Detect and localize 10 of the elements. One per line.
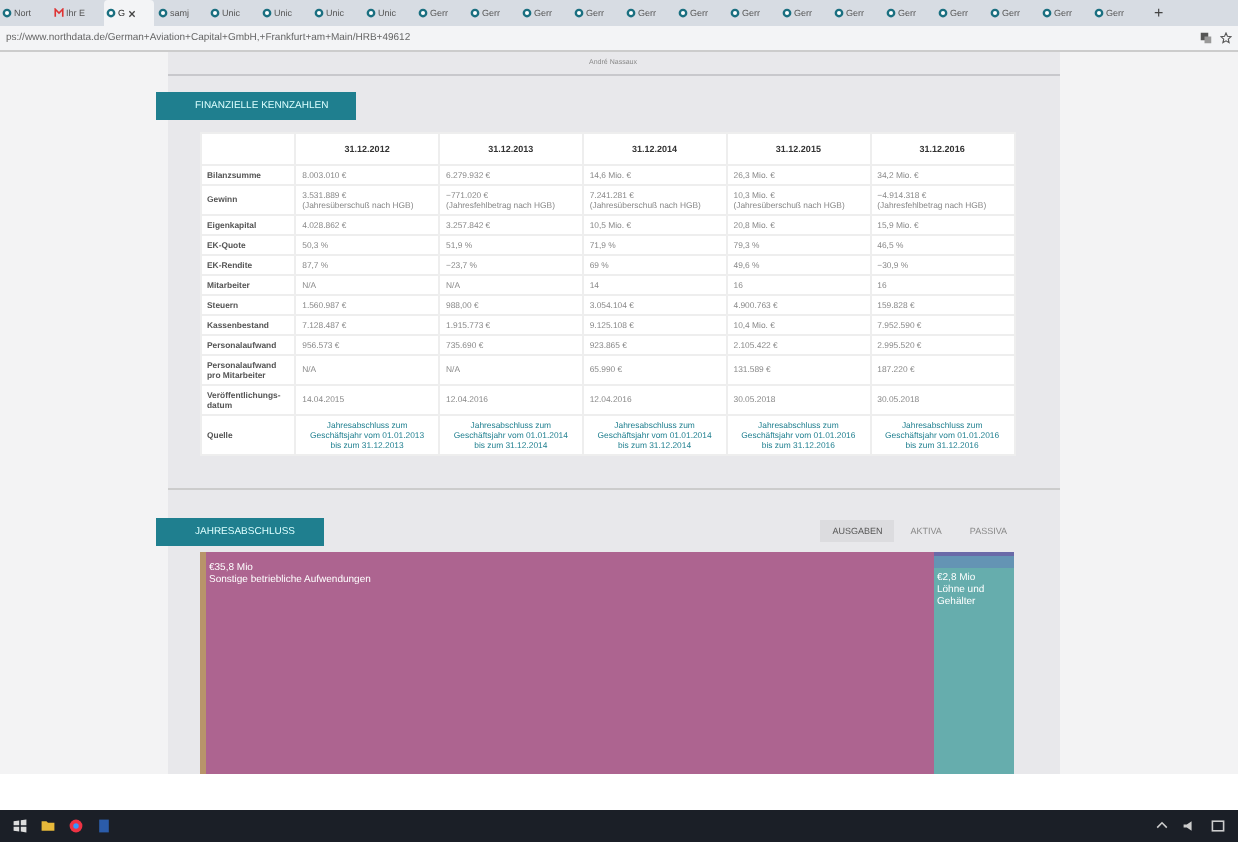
document-icon[interactable] [96,817,112,834]
new-tab-button[interactable]: + [1148,0,1170,27]
windows-icon[interactable] [12,817,28,834]
speaker-icon[interactable] [1182,817,1198,834]
folder-icon[interactable] [40,817,56,834]
chevron-icon[interactable] [1154,817,1170,834]
close-icon[interactable] [127,9,136,18]
translate-icon[interactable] [1200,31,1212,44]
star-icon[interactable] [1220,31,1232,44]
mail-icon [54,8,64,19]
